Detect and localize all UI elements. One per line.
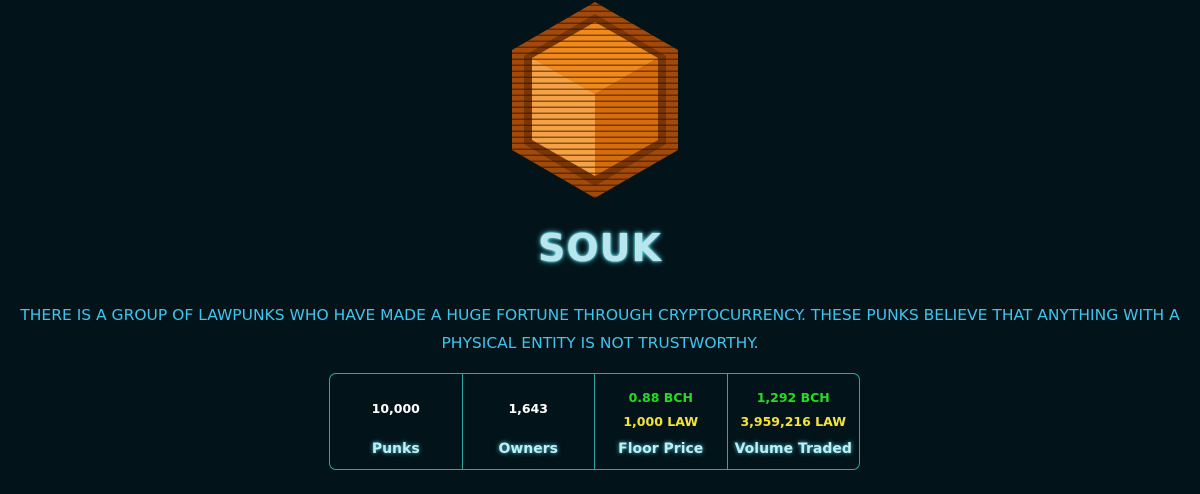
collection-title: SOUK <box>538 226 662 270</box>
punks-value: 10,000 <box>371 401 420 416</box>
volume-traded-bch: 1,292 BCH <box>756 390 830 405</box>
souk-page: SOUK THERE IS A GROUP OF LAWPUNKS WHO HA… <box>0 0 1200 494</box>
volume-traded-law: 3,959,216 LAW <box>740 414 847 429</box>
stat-floor-price: 0.88 BCH 1,000 LAW Floor Price <box>595 374 728 469</box>
owners-label: Owners <box>498 441 559 457</box>
floor-price-bch: 0.88 BCH <box>628 390 693 405</box>
stat-owners: 1,643 Owners <box>463 374 595 469</box>
punks-label: Punks <box>371 441 420 457</box>
orange-hexagon-cube-icon <box>510 0 680 200</box>
volume-traded-label: Volume Traded <box>734 441 852 457</box>
owners-value: 1,643 <box>508 401 549 416</box>
stats-panel: 10,000 Punks 1,643 Owners 0.88 BCH 1,000… <box>329 373 860 470</box>
floor-price-label: Floor Price <box>618 441 704 457</box>
stat-punks: 10,000 Punks <box>330 374 463 469</box>
collection-description: THERE IS A GROUP OF LAWPUNKS WHO HAVE MA… <box>20 306 1180 352</box>
floor-price-law: 1,000 LAW <box>623 414 699 429</box>
stat-volume-traded: 1,292 BCH 3,959,216 LAW Volume Traded <box>728 374 860 469</box>
